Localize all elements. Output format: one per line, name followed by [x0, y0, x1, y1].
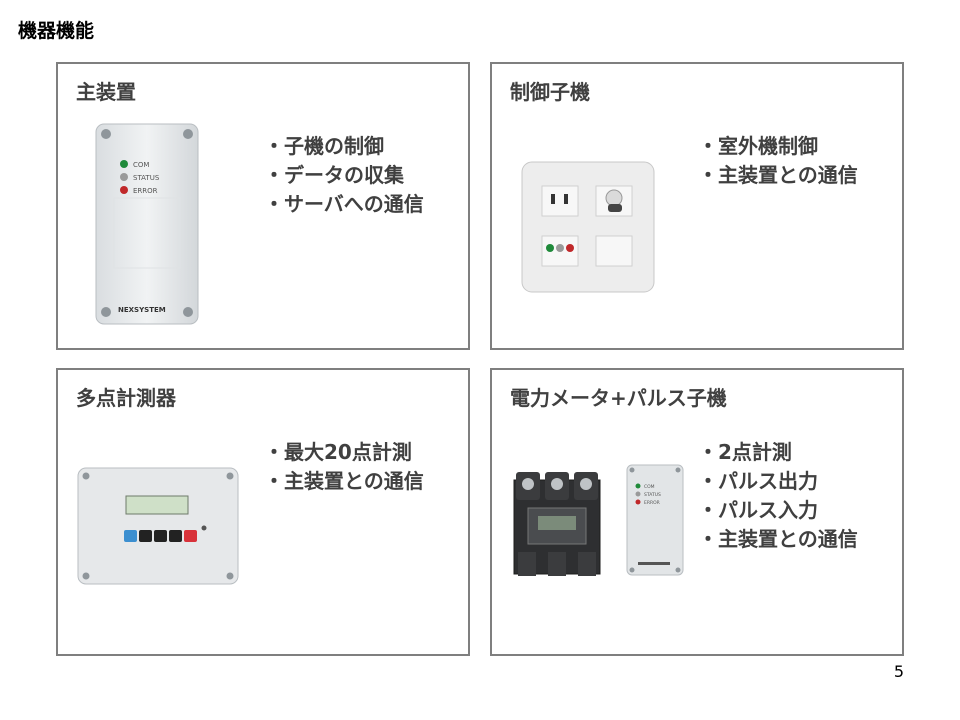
panel-main-unit: 主装置 COM STATUS ERROR NEXSYSTEM ・子機の制御 ・デ…: [56, 62, 470, 350]
pulse-slave-device-image: COM STATUS ERROR: [626, 464, 684, 576]
bullet-item: ・主装置との通信: [698, 163, 858, 187]
status-led-label: STATUS: [133, 174, 160, 182]
panel-multipoint-meter: 多点計測器 ・最大20点計測 ・主装置との通信: [56, 368, 470, 656]
key-black: [139, 530, 152, 542]
bullet-list: ・室外機制御 ・主装置との通信: [698, 132, 858, 190]
bullet-item: ・子機の制御: [264, 134, 384, 158]
key-black: [169, 530, 182, 542]
error-led: [120, 186, 128, 194]
panel-title: 電力メータ+パルス子機: [510, 386, 727, 410]
bullet-item: ・2点計測: [698, 440, 792, 464]
control-slave-device-image: [521, 161, 655, 293]
key-red: [184, 530, 197, 542]
bullet-item: ・室外機制御: [698, 134, 818, 158]
page-number: 5: [893, 662, 904, 681]
led-green: [546, 244, 554, 252]
error-led: [635, 499, 641, 505]
com-led: [635, 483, 641, 489]
panel-title: 主装置: [76, 80, 136, 104]
com-led-label: COM: [644, 484, 655, 490]
key-blue: [124, 530, 137, 542]
bullet-item: ・パルス出力: [698, 469, 818, 493]
bullet-item: ・最大20点計測: [264, 440, 412, 464]
status-led: [635, 491, 641, 497]
bullet-item: ・主装置との通信: [698, 527, 858, 551]
bullet-item: ・サーバへの通信: [264, 192, 424, 216]
error-led-label: ERROR: [644, 500, 660, 506]
status-led: [120, 173, 128, 181]
led-gray: [556, 244, 564, 252]
bullet-list: ・最大20点計測 ・主装置との通信: [264, 438, 424, 496]
bullet-list: ・2点計測 ・パルス出力 ・パルス入力 ・主装置との通信: [698, 438, 858, 554]
bullet-item: ・パルス入力: [698, 498, 818, 522]
status-led-label: STATUS: [644, 492, 661, 498]
panel-title: 多点計測器: [76, 386, 176, 410]
com-led: [120, 160, 128, 168]
bullet-item: ・主装置との通信: [264, 469, 424, 493]
slide-title: 機器機能: [18, 20, 95, 42]
lcd-display: [125, 495, 189, 515]
panel-title: 制御子機: [510, 80, 590, 104]
meter-lcd: [538, 516, 576, 530]
panel-control-slave: 制御子機 ・室外機制御 ・主装置との通信: [490, 62, 904, 350]
bullet-list: ・子機の制御 ・データの収集 ・サーバへの通信: [264, 132, 424, 219]
bullet-item: ・データの収集: [264, 163, 404, 187]
error-led-label: ERROR: [133, 187, 158, 195]
led-red: [566, 244, 574, 252]
panel-power-meter-pulse: 電力メータ+パルス子機 COM STATUS ERROR ・2点計測 ・パルス出…: [490, 368, 904, 656]
key-black: [154, 530, 167, 542]
power-meter-device-image: [513, 472, 601, 576]
com-led-label: COM: [133, 161, 149, 169]
brand-logo: NEXSYSTEM: [118, 306, 166, 314]
main-unit-device-image: COM STATUS ERROR NEXSYSTEM: [95, 123, 199, 325]
multipoint-meter-device-image: [77, 467, 239, 585]
